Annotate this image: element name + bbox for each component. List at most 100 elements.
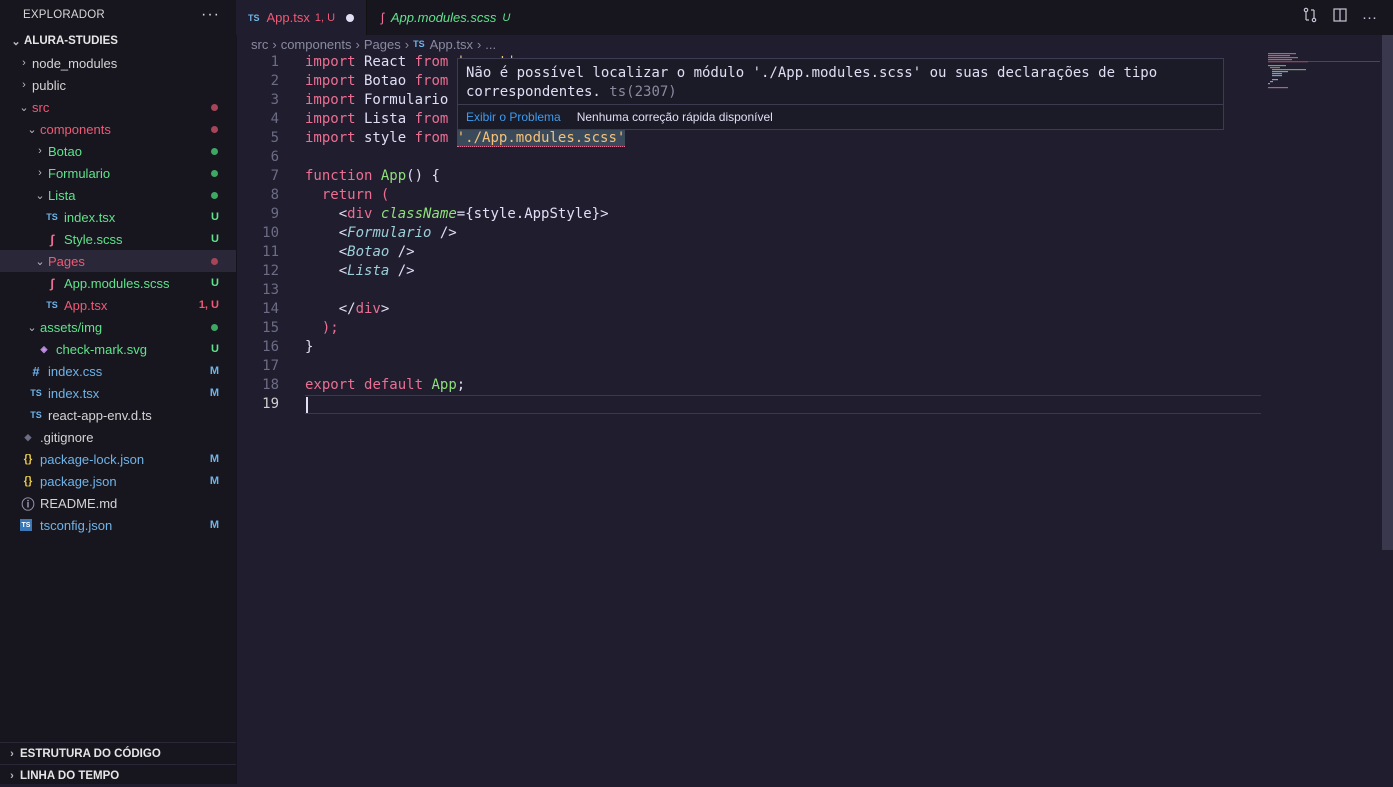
tree-item[interactable]: ⌄ components [0,118,236,140]
chevron-right-icon: › [272,36,277,52]
git-status-badge: M [209,365,219,377]
tree-item[interactable]: TS App.tsx 1, U [0,294,236,316]
tree-item[interactable]: › Formulario [0,162,236,184]
tree-item[interactable]: ⓘ README.md [0,492,236,514]
tree-item-label: public [32,77,66,93]
unsaved-dot-icon[interactable] [346,13,355,22]
tree-item[interactable]: › node_modules [0,52,236,74]
code-line: 16} [236,338,1381,357]
tree-item[interactable]: TS tsconfig.json M [0,514,236,536]
info-icon: ⓘ [21,496,35,512]
text-cursor [306,397,308,413]
hover-status-bar: Exibir o Problema Nenhuma correção rápid… [458,104,1223,129]
explorer-sidebar: EXPLORADOR ··· ⌄ ALURA-STUDIES › node_mod… [0,0,237,784]
line-number: 7 [270,168,279,184]
tree-item[interactable]: ◈ check-mark.svg U [0,338,236,360]
chevron-right-icon: › [38,167,42,179]
more-actions-icon[interactable]: ··· [1362,9,1377,26]
chevron-right-icon: › [22,79,26,91]
line-number: 9 [270,206,279,222]
line-number: 17 [262,358,279,374]
tree-item[interactable]: {} package.json M [0,470,236,492]
code-line: 13 [236,281,1381,300]
tree-item[interactable]: ⌄ Pages [0,250,236,272]
tab-app-tsx[interactable]: TS App.tsx 1, U [236,0,366,35]
scrollbar-thumb[interactable] [1382,35,1393,550]
tree-item[interactable]: ⌄ assets/img [0,316,236,338]
code-text: } [305,339,314,355]
git-status-badge: U [211,277,219,289]
code-text: import style from './App.modules.scss' [305,130,626,147]
git-status-dot [211,103,218,111]
line-number: 18 [262,377,279,393]
compare-changes-icon[interactable] [1302,7,1318,28]
code-line: 6 [236,148,1381,167]
code-text: </div> [338,301,390,317]
line-number: 13 [262,282,279,298]
code-line: 15 ); [236,319,1381,338]
tree-item[interactable]: ⌄ src [0,96,236,118]
more-actions-icon[interactable]: ··· [201,6,220,24]
tree-item-label: tsconfig.json [40,517,113,533]
tree-item[interactable]: # index.css M [0,360,236,382]
file-tree: › node_modules › public ⌄ src ⌄ components › Bota… [0,52,236,536]
breadcrumb-item[interactable]: src [251,37,268,52]
view-problem-link[interactable]: Exibir o Problema [466,110,561,124]
tab-app-modules-scss[interactable]: ʃ App.modules.scss U [366,0,538,35]
outline-label: ESTRUTURA DO CÓDIGO [20,748,161,760]
sass-icon: ʃ [49,231,55,247]
line-number: 11 [262,244,279,260]
code-text: import Formulario [305,92,449,108]
chevron-down-icon: ⌄ [27,321,37,334]
breadcrumb-item[interactable]: ... [485,37,496,52]
chevron-right-icon: › [22,57,26,69]
code-line: 11 <Botao /> [236,243,1381,262]
outline-section-header[interactable]: › ESTRUTURA DO CÓDIGO [0,742,236,765]
code-editor[interactable]: 1import React from 'react';2import Botao… [236,53,1381,784]
git-status-badge: U [211,233,219,245]
chevron-right-icon: › [476,36,482,52]
typescript-icon: TS [46,212,58,222]
code-text: <Lista /> [338,263,415,279]
line-number: 4 [270,111,279,127]
code-text: import Lista from [305,111,449,127]
git-status-dot [211,257,218,265]
line-number: 1 [270,54,279,70]
tree-item[interactable]: TS react-app-env.d.ts [0,404,236,426]
tree-item[interactable]: ⌄ Lista [0,184,236,206]
code-line: 9 <div className={style.AppStyle}> [236,205,1381,224]
split-editor-icon[interactable] [1332,7,1348,28]
hover-message-text: Não é possível localizar o módulo './App… [466,65,1158,100]
tree-item-label: package.json [40,473,117,489]
code-line: 14 </div> [236,300,1381,319]
tree-item[interactable]: ʃ App.modules.scss U [0,272,236,294]
tree-item[interactable]: ◆ .gitignore [0,426,236,448]
code-line: 17 [236,357,1381,376]
line-number: 6 [270,149,279,165]
tree-item[interactable]: {} package-lock.json M [0,448,236,470]
tree-item-label: README.md [40,495,118,511]
typescript-icon: TS [248,12,260,23]
line-number: 5 [270,130,279,146]
code-text: function App() { [305,168,440,184]
explorer-header: EXPLORADOR ··· [0,0,236,30]
tree-item[interactable]: TS index.tsx M [0,382,236,404]
breadcrumb-item[interactable]: Pages [364,37,401,52]
tree-item-label: Pages [48,253,85,269]
tree-item[interactable]: TS index.tsx U [0,206,236,228]
tree-item-label: index.tsx [48,385,100,401]
line-number: 10 [262,225,279,241]
tree-item[interactable]: ʃ Style.scss U [0,228,236,250]
chevron-down-icon: ⌄ [35,189,45,202]
code-line: 5 import style from './App.modules.scss' [236,129,1381,148]
breadcrumb-item[interactable]: components [281,37,352,52]
breadcrumb-item[interactable]: App.tsx [430,37,473,52]
sass-icon: ʃ [381,10,384,25]
workspace-root[interactable]: ⌄ ALURA-STUDIES [0,30,236,52]
minimap[interactable] [1268,53,1380,113]
line-number: 12 [262,263,279,279]
chevron-right-icon: › [10,748,14,760]
tree-item[interactable]: › public [0,74,236,96]
tree-item[interactable]: › Botao [0,140,236,162]
git-status-dot [211,323,218,331]
